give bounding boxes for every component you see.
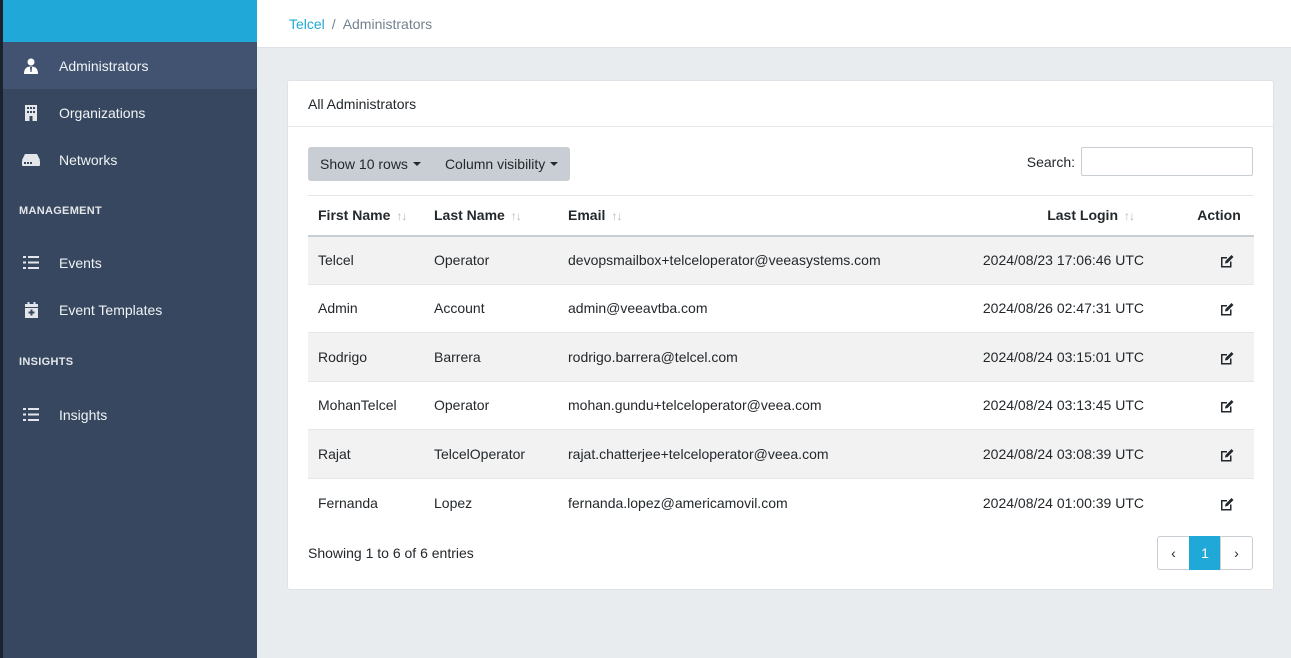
pagination: ‹ 1 › (1157, 536, 1253, 570)
table-row: Telcel Operator devopsmailbox+telceloperat… (308, 235, 1254, 284)
column-header-last-login[interactable]: Last Login ↑↓ (904, 195, 1184, 237)
cell-last-name: Barrera (424, 332, 558, 381)
breadcrumb-link-telcel[interactable]: Telcel (289, 16, 325, 32)
edit-icon[interactable] (1220, 254, 1234, 268)
cell-first-name: Rodrigo (308, 332, 424, 381)
edit-icon[interactable] (1220, 448, 1234, 462)
table-header-row: First Name ↑↓ Last Name ↑↓ Email ↑↓ Last Lo… (308, 195, 1254, 237)
cell-last-name: Lopez (424, 477, 558, 527)
search-input[interactable] (1081, 147, 1253, 176)
router-icon (19, 151, 43, 169)
sort-icon: ↑↓ (1124, 209, 1135, 224)
cell-action (1184, 235, 1254, 284)
sidebar-item-organizations[interactable]: Organizations (3, 89, 257, 136)
search-box: Search: (1027, 147, 1253, 176)
nav-title-insights: INSIGHTS (19, 356, 74, 368)
column-visibility-label: Column visibility (444, 156, 546, 172)
pagination-next-button[interactable]: › (1220, 536, 1253, 570)
administrators-card: All Administrators Show 10 rows Column v… (287, 80, 1274, 590)
sidebar-item-label: Networks (59, 151, 118, 168)
cell-action (1184, 283, 1254, 333)
cell-first-name: Admin (308, 283, 424, 333)
cell-first-name: Telcel (308, 235, 424, 284)
cell-first-name: Rajat (308, 429, 424, 478)
nav-title-management: MANAGEMENT (19, 205, 103, 217)
list-icon (19, 254, 43, 272)
sidebar-item-administrators[interactable]: Administrators (3, 42, 257, 89)
column-header-first-name[interactable]: First Name ↑↓ (308, 195, 424, 237)
cell-action (1184, 332, 1254, 381)
cell-last-login: 2024/08/24 03:13:45 UTC (904, 380, 1184, 430)
sidebar-item-events[interactable]: Events (3, 239, 257, 286)
caret-down-icon (550, 162, 559, 166)
edit-icon[interactable] (1220, 399, 1234, 413)
sidebar-item-label: Insights (59, 406, 108, 423)
sort-icon: ↑↓ (611, 209, 622, 224)
column-visibility-button[interactable]: Column visibility (432, 147, 571, 181)
cell-email: fernanda.lopez@americamovil.com (558, 477, 904, 527)
table-row: MohanTelcel Operator mohan.gundu+telcelope… (308, 380, 1254, 430)
cell-email: rodrigo.barrera@telcel.com (558, 332, 904, 381)
breadcrumb-separator: / (331, 15, 336, 32)
edit-icon[interactable] (1220, 497, 1234, 511)
cell-action (1184, 380, 1254, 430)
column-header-email[interactable]: Email ↑↓ (558, 195, 904, 237)
caret-down-icon (412, 162, 421, 166)
cell-first-name: Fernanda (308, 477, 424, 527)
edit-icon[interactable] (1220, 351, 1234, 365)
calendar-plus-icon (19, 301, 43, 319)
pagination-prev-button[interactable]: ‹ (1157, 536, 1190, 570)
cell-last-login: 2024/08/24 03:15:01 UTC (904, 332, 1184, 381)
building-icon (19, 104, 43, 122)
cell-last-name: TelcelOperator (424, 429, 558, 478)
cell-last-login: 2024/08/23 17:06:46 UTC (904, 235, 1184, 284)
sidebar-item-insights[interactable]: Insights (3, 391, 257, 438)
column-header-last-name[interactable]: Last Name ↑↓ (424, 195, 558, 237)
cell-action (1184, 429, 1254, 478)
breadcrumb: Telcel / Administrators (257, 0, 1291, 48)
sidebar-item-label: Administrators (59, 57, 149, 74)
table-toolbar: Show 10 rows Column visibility (308, 147, 571, 181)
cell-email: admin@veeavtba.com (558, 283, 904, 333)
show-rows-button[interactable]: Show 10 rows (308, 147, 433, 181)
search-label: Search: (1026, 153, 1075, 170)
sidebar: Administrators Organizations Networks MA… (0, 0, 257, 658)
table-row: Fernanda Lopez fernanda.lopez@americamovil… (308, 477, 1254, 527)
admin-user-icon (19, 57, 43, 75)
table-row: Rajat TelcelOperator rajat.chatterjee+telc… (308, 429, 1254, 478)
pagination-page-button[interactable]: 1 (1189, 536, 1221, 570)
cell-last-name: Account (424, 283, 558, 333)
cell-email: devopsmailbox+telceloperator@veeasystems… (558, 235, 904, 284)
cell-last-name: Operator (424, 235, 558, 284)
cell-email: rajat.chatterjee+telceloperator@veea.com (558, 429, 904, 478)
cell-email: mohan.gundu+telceloperator@veea.com (558, 380, 904, 430)
sidebar-item-label: Events (59, 254, 102, 271)
cell-last-name: Operator (424, 380, 558, 430)
column-header-action: Action (1184, 195, 1254, 237)
cell-last-login: 2024/08/24 01:00:39 UTC (904, 477, 1184, 527)
table-row: Rodrigo Barrera rodrigo.barrera@telcel.com… (308, 332, 1254, 381)
cell-action (1184, 477, 1254, 527)
card-title: All Administrators (288, 81, 1273, 127)
sidebar-item-networks[interactable]: Networks (3, 136, 257, 183)
sort-icon: ↑↓ (510, 209, 522, 224)
brand-bar (3, 0, 257, 42)
cell-first-name: MohanTelcel (308, 380, 424, 430)
edit-icon[interactable] (1220, 302, 1234, 316)
show-rows-label: Show 10 rows (320, 156, 408, 172)
administrators-table: First Name ↑↓ Last Name ↑↓ Email ↑↓ Last Lo… (308, 195, 1254, 527)
sidebar-item-event-templates[interactable]: Event Templates (3, 286, 257, 333)
sort-icon: ↑↓ (396, 209, 407, 224)
cell-last-login: 2024/08/26 02:47:31 UTC (904, 283, 1184, 333)
table-row: Admin Account admin@veeavtba.com 2024/08/26… (308, 283, 1254, 333)
list-icon (19, 406, 43, 424)
sidebar-item-label: Organizations (59, 104, 146, 121)
sidebar-item-label: Event Templates (59, 301, 163, 318)
table-info: Showing 1 to 6 of 6 entries (308, 545, 474, 561)
cell-last-login: 2024/08/24 03:08:39 UTC (904, 429, 1184, 478)
breadcrumb-current: Administrators (342, 15, 433, 32)
